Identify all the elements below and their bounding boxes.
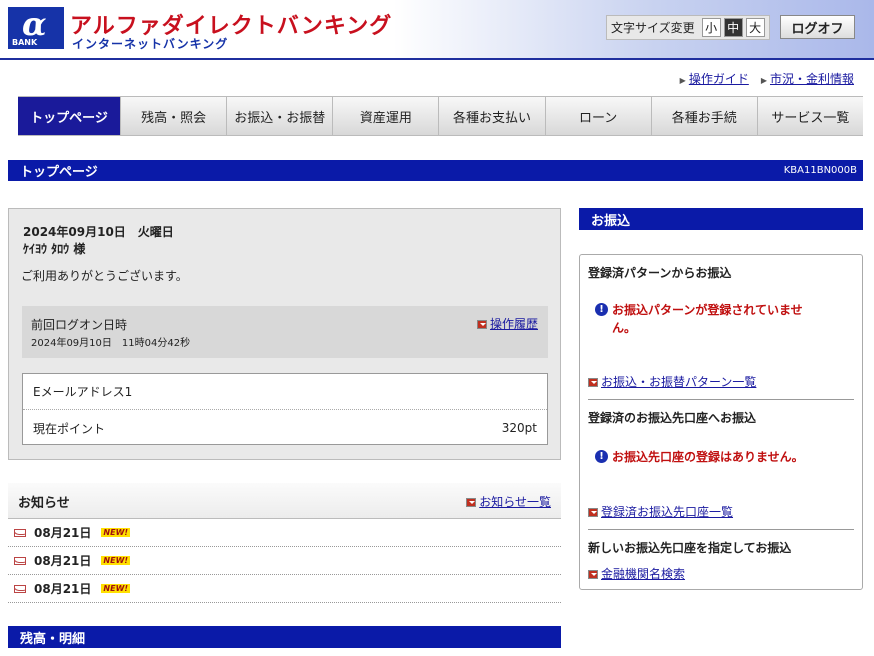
points-value: 320pt	[501, 421, 537, 435]
font-size-medium-button[interactable]: 中	[723, 18, 743, 37]
operation-guide-link[interactable]: 操作ガイド	[689, 72, 749, 86]
arrow-down-icon	[588, 508, 598, 517]
news-list: 08月21日 NEW! 08月21日 NEW! 08月21日 NEW!	[8, 519, 561, 603]
logo-bank-text: BANK	[12, 38, 38, 47]
pattern-warning-text: お振込パターンが登録されていません。	[612, 303, 803, 335]
info-icon: !	[595, 303, 608, 316]
new-badge: NEW!	[101, 528, 131, 537]
pattern-warning: ! お振込パターンが登録されていません。	[595, 301, 817, 337]
arrow-down-icon	[466, 498, 477, 507]
nav-tab-services[interactable]: サービス一覧	[758, 97, 863, 135]
header: α BANK アルファダイレクトバンキング インターネットバンキング 文字サイズ…	[0, 0, 874, 60]
search-link-wrap: 金融機関名検索	[588, 565, 685, 582]
arrow-down-icon	[588, 570, 598, 579]
nav-tab-top[interactable]: トップページ	[18, 97, 121, 135]
market-rates-link[interactable]: 市況・金利情報	[770, 72, 854, 86]
last-login-panel: 前回ログオン日時 2024年09月10日 11時04分42秒 操作履歴	[22, 306, 548, 358]
customer-name: ｹｲﾖｳ ﾀﾛｳ 様	[23, 242, 86, 256]
nav-tab-assets[interactable]: 資産運用	[333, 97, 440, 135]
font-size-switcher: 文字サイズ変更 小 中 大	[606, 15, 770, 40]
news-date: 08月21日	[34, 526, 92, 540]
registered-warning: ! お振込先口座の登録はありません。	[595, 448, 842, 466]
info-icon: !	[595, 450, 608, 463]
mail-icon	[14, 556, 26, 565]
news-item[interactable]: 08月21日 NEW!	[8, 547, 561, 575]
balance-section-bar: 残高・明細	[8, 626, 561, 648]
last-login-value: 2024年09月10日 11時04分42秒	[31, 338, 191, 349]
bank-logo[interactable]: α BANK	[8, 5, 64, 49]
news-header: お知らせ お知らせ一覧	[8, 483, 561, 519]
email-row: Eメールアドレス1	[23, 374, 547, 410]
welcome-message: ご利用ありがとうございます。	[21, 269, 188, 283]
triangle-right-icon: ▶	[679, 76, 686, 85]
nav-tab-transfer[interactable]: お振込・お振替	[227, 97, 334, 135]
points-label: 現在ポイント	[33, 421, 106, 436]
mail-icon	[14, 528, 26, 537]
bank-name-search-link[interactable]: 金融機関名検索	[601, 567, 685, 581]
news-date: 08月21日	[34, 582, 92, 596]
news-list-link[interactable]: お知らせ一覧	[479, 495, 551, 509]
mail-icon	[14, 584, 26, 593]
font-size-label: 文字サイズ変更	[611, 21, 695, 35]
font-size-small-button[interactable]: 小	[701, 18, 721, 37]
operation-history-link[interactable]: 操作履歴	[490, 317, 538, 331]
operation-history: 操作履歴	[476, 315, 538, 332]
nav-tab-payments[interactable]: 各種お支払い	[439, 97, 546, 135]
registered-section-title: 登録済のお振込先口座へお振込	[588, 411, 757, 425]
account-info-table: Eメールアドレス1 現在ポイント 320pt	[22, 373, 548, 445]
new-badge: NEW!	[101, 584, 131, 593]
divider	[588, 399, 854, 400]
page-title-bar: トップページ KBA11BN000B	[8, 160, 863, 181]
new-account-section-title: 新しいお振込先口座を指定してお振込	[588, 541, 792, 555]
nav-tab-loans[interactable]: ローン	[546, 97, 652, 135]
page-title: トップページ	[20, 165, 98, 180]
points-row: 現在ポイント 320pt	[23, 410, 547, 446]
pattern-link-wrap: お振込・お振替パターン一覧	[588, 373, 756, 390]
registered-accounts-link[interactable]: 登録済お振込先口座一覧	[601, 505, 733, 519]
arrow-down-icon	[476, 320, 487, 329]
triangle-right-icon: ▶	[760, 76, 767, 85]
news-item[interactable]: 08月21日 NEW!	[8, 519, 561, 547]
registered-link-wrap: 登録済お振込先口座一覧	[588, 503, 733, 520]
new-badge: NEW!	[101, 556, 131, 565]
news-title: お知らせ	[18, 496, 70, 511]
nav-tab-procedures[interactable]: 各種お手続	[652, 97, 758, 135]
main-nav: トップページ 残高・照会 お振込・お振替 資産運用 各種お支払い ローン 各種お…	[18, 96, 863, 136]
screen-code: KBA11BN000B	[783, 165, 857, 176]
divider	[588, 529, 854, 530]
pattern-section-title: 登録済パターンからお振込	[588, 266, 732, 280]
news-item[interactable]: 08月21日 NEW!	[8, 575, 561, 603]
news-date: 08月21日	[34, 554, 92, 568]
logoff-button[interactable]: ログオフ	[780, 15, 855, 39]
email-label: Eメールアドレス1	[33, 385, 133, 399]
transfer-pattern-list-link[interactable]: お振込・お振替パターン一覧	[601, 375, 756, 389]
transfer-panel: 登録済パターンからお振込 ! お振込パターンが登録されていません。 お振込・お振…	[579, 254, 863, 590]
arrow-down-icon	[588, 378, 598, 387]
transfer-section-bar: お振込	[579, 208, 863, 230]
nav-tab-balance[interactable]: 残高・照会	[121, 97, 228, 135]
top-links: ▶ 操作ガイド ▶ 市況・金利情報	[680, 70, 854, 87]
news-more: お知らせ一覧	[466, 493, 551, 510]
welcome-panel: 2024年09月10日 火曜日 ｹｲﾖｳ ﾀﾛｳ 様 ご利用ありがとうございます…	[8, 208, 561, 460]
registered-warning-text: お振込先口座の登録はありません。	[612, 450, 804, 464]
brand-subtitle: インターネットバンキング	[72, 37, 229, 51]
last-login-label: 前回ログオン日時	[31, 318, 128, 332]
current-date: 2024年09月10日 火曜日	[23, 225, 174, 239]
font-size-large-button[interactable]: 大	[745, 18, 765, 37]
